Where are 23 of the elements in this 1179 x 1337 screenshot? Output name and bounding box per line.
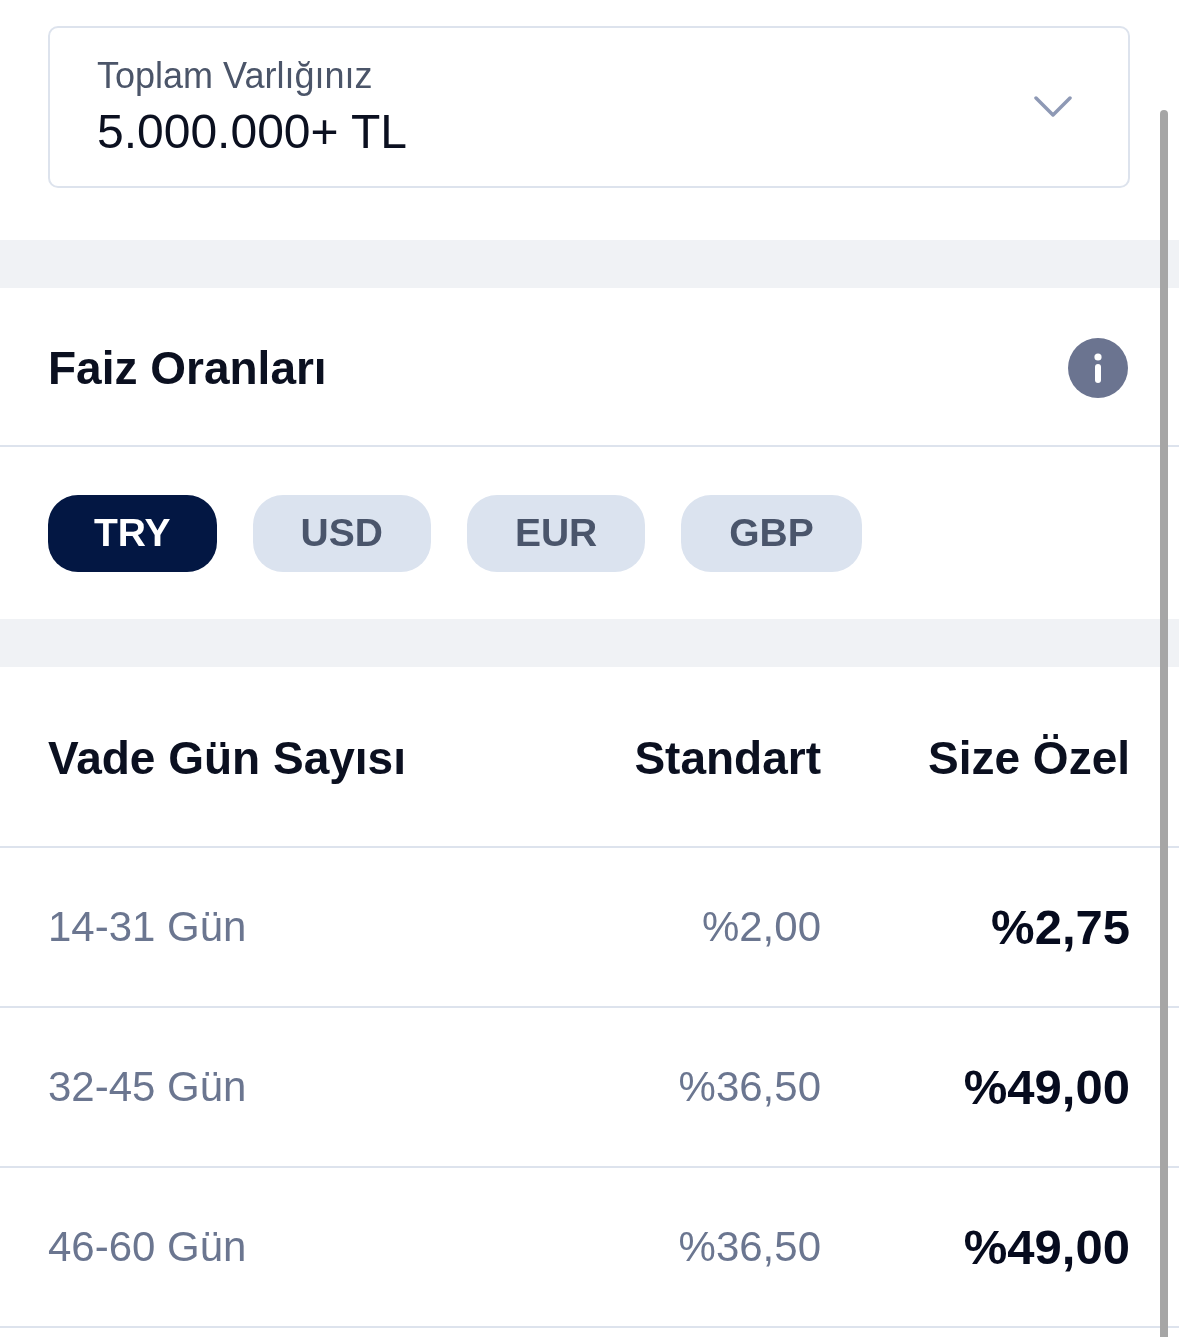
amount-select[interactable]: Toplam Varlığınız 5.000.000+ TL: [48, 26, 1130, 188]
info-icon[interactable]: [1068, 337, 1128, 398]
table-cell: %36,50: [678, 1223, 821, 1271]
table-cell: %2,00: [701, 903, 821, 951]
section-title: Faiz Oranları: [48, 340, 327, 395]
currency-tab[interactable]: GBP: [681, 494, 862, 572]
currency-tab[interactable]: USD: [252, 494, 431, 572]
table-cell: 46-60 Gün: [48, 1223, 247, 1271]
selected-value: 5.000.000+ TL: [97, 104, 408, 160]
currency-tab[interactable]: TRY: [48, 494, 217, 572]
currency-tab[interactable]: EUR: [466, 494, 646, 572]
table-cell: %36,50: [678, 1063, 821, 1111]
column-header: Standart: [634, 730, 821, 785]
table-cell: 32-45 Gün: [48, 1063, 247, 1111]
column-header: Size Özel: [928, 730, 1130, 785]
table-cell: %2,75: [991, 899, 1130, 955]
table-cell: %49,00: [963, 1059, 1130, 1115]
table-cell: %49,00: [963, 1219, 1130, 1275]
table-cell: 14-31 Gün: [48, 903, 247, 951]
field-label: Toplam Varlığınız: [97, 54, 374, 98]
chevron-down-icon: [1034, 96, 1072, 118]
column-header: Vade Gün Sayısı: [48, 730, 406, 785]
scrollbar-thumb[interactable]: [1160, 110, 1168, 1337]
